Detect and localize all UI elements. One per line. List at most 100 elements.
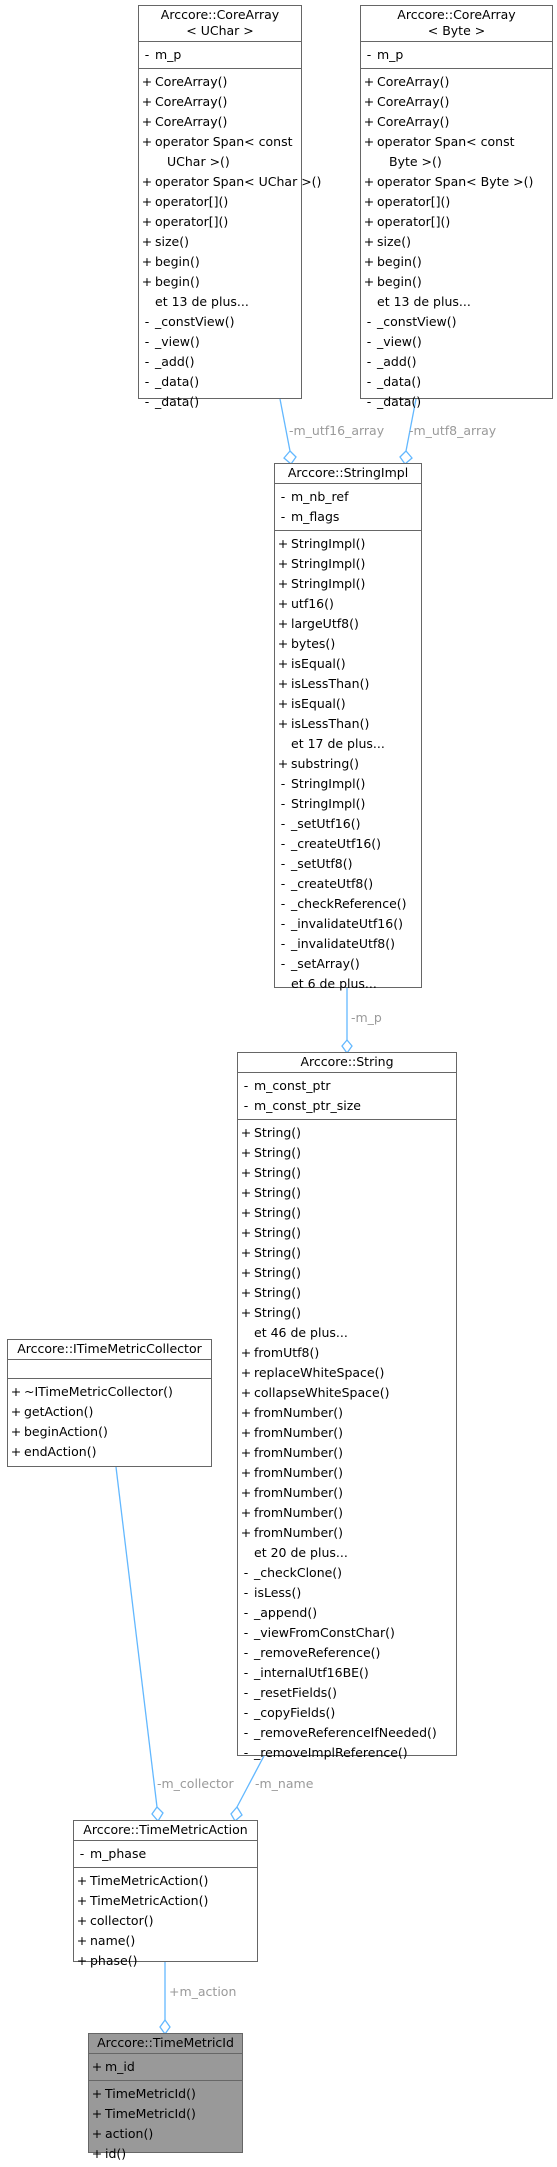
- class-box-corearray-byte[interactable]: Arccore::CoreArray < Byte > - m_p + CoreArray…: [360, 5, 553, 409]
- method-row: - _view(): [361, 332, 552, 352]
- method-row: + String(): [238, 1223, 456, 1243]
- more-members-row[interactable]: et 6 de plus...: [275, 974, 421, 994]
- method-row: + getAction(): [8, 1402, 211, 1422]
- visibility-marker: [238, 1323, 254, 1343]
- member-name-text: _data(): [155, 394, 200, 409]
- visibility-marker: -: [243, 1645, 249, 1660]
- member-name: largeUtf8(): [291, 614, 421, 634]
- more-members-row[interactable]: et 13 de plus...: [139, 292, 301, 312]
- visibility-marker: -: [280, 896, 286, 911]
- member-name-text: beginAction(): [24, 1424, 108, 1439]
- method-row: + StringImpl(): [275, 554, 421, 574]
- member-name: et 46 de plus...: [254, 1323, 456, 1343]
- member-name-text: String(): [254, 1145, 302, 1160]
- class-title-line: Arccore::CoreArray: [160, 7, 280, 22]
- member-name: CoreArray(): [155, 92, 301, 112]
- member-name: StringImpl(): [291, 774, 421, 794]
- member-name-text: largeUtf8(): [291, 616, 359, 631]
- class-title: Arccore::ITimeMetricCollector: [8, 1340, 211, 1360]
- visibility-marker: +: [141, 274, 153, 289]
- member-name-text: begin(): [377, 274, 422, 289]
- member-name: begin(): [155, 252, 301, 272]
- class-box-itimemetriccollector[interactable]: Arccore::ITimeMetricCollector + ~ITimeMetr…: [7, 1339, 212, 1467]
- edge-utf16-label: -m_utf16_array: [289, 423, 385, 438]
- visibility-marker: -: [243, 1705, 249, 1720]
- class-title: Arccore::CoreArray < Byte >: [361, 6, 552, 42]
- method-row: + collapseWhiteSpace(): [238, 1383, 456, 1403]
- method-row: - _append(): [238, 1603, 456, 1623]
- method-row: - _removeImplReference(): [238, 1743, 456, 1763]
- class-box-stringimpl[interactable]: Arccore::StringImpl - m_nb_ref - m_flags + Str…: [274, 463, 422, 991]
- member-name-text: operator[](): [155, 214, 229, 229]
- visibility-marker: +: [363, 114, 375, 129]
- class-box-timemetricaction[interactable]: Arccore::TimeMetricAction - m_phase + TimeMe…: [73, 1820, 258, 1968]
- member-name-text: StringImpl(): [291, 536, 366, 551]
- member-name: TimeMetricId(): [105, 2104, 242, 2124]
- more-members-row[interactable]: et 20 de plus...: [238, 1543, 456, 1563]
- member-name: fromNumber(): [254, 1423, 456, 1443]
- member-name-text: et 20 de plus...: [254, 1545, 348, 1560]
- attribute-row: - m_phase: [74, 1844, 257, 1864]
- member-name-text: _constView(): [377, 314, 457, 329]
- member-name: isEqual(): [291, 694, 421, 714]
- method-row: + utf16(): [275, 594, 421, 614]
- member-name-text: _copyFields(): [254, 1705, 336, 1720]
- member-name: id(): [105, 2144, 242, 2164]
- visibility-marker: +: [277, 696, 289, 711]
- class-box-string[interactable]: Arccore::String - m_const_ptr - m_const_ptr_…: [237, 1052, 457, 1760]
- visibility-marker: +: [363, 174, 375, 189]
- visibility-marker: +: [240, 1385, 252, 1400]
- member-name-text: _data(): [377, 394, 422, 409]
- method-row: - _checkClone(): [238, 1563, 456, 1583]
- member-name: _append(): [254, 1603, 456, 1623]
- member-name-text: operator Span< const: [155, 134, 293, 149]
- method-row: - StringImpl(): [275, 794, 421, 814]
- member-name-continuation: Byte >(): [389, 154, 442, 169]
- visibility-marker: +: [363, 94, 375, 109]
- member-name-text: _createUtf16(): [291, 836, 382, 851]
- member-name-text: utf16(): [291, 596, 334, 611]
- visibility-marker: -: [280, 956, 286, 971]
- visibility-marker: +: [240, 1185, 252, 1200]
- more-members-row[interactable]: et 13 de plus...: [361, 292, 552, 312]
- member-name-continuation: UChar >(): [167, 154, 230, 169]
- edge-collector-line: [115, 1466, 158, 1808]
- member-name-text: isEqual(): [291, 696, 346, 711]
- member-name: String(): [254, 1143, 456, 1163]
- visibility-marker: +: [91, 2126, 103, 2141]
- member-name: fromNumber(): [254, 1403, 456, 1423]
- method-row: + begin(): [139, 272, 301, 292]
- visibility-marker: -: [366, 354, 372, 369]
- visibility-marker: +: [240, 1485, 252, 1500]
- visibility-marker: -: [280, 509, 286, 524]
- member-name-text: _view(): [377, 334, 422, 349]
- member-name: _constView(): [155, 312, 301, 332]
- visibility-marker: -: [280, 936, 286, 951]
- member-name: et 20 de plus...: [254, 1543, 456, 1563]
- member-name-text: bytes(): [291, 636, 336, 651]
- member-name-text: StringImpl(): [291, 556, 366, 571]
- attributes-section: [8, 1360, 211, 1379]
- method-row: + String(): [238, 1283, 456, 1303]
- method-row: + fromNumber(): [238, 1523, 456, 1543]
- member-name-text: fromNumber(): [254, 1425, 344, 1440]
- class-box-timemetricid[interactable]: Arccore::TimeMetricId + m_id + TimeMetricId(…: [88, 2033, 243, 2161]
- member-name: m_nb_ref: [291, 487, 421, 507]
- visibility-marker: -: [243, 1665, 249, 1680]
- member-name-text: begin(): [155, 254, 200, 269]
- method-row: + CoreArray(): [361, 72, 552, 92]
- more-members-row[interactable]: et 46 de plus...: [238, 1323, 456, 1343]
- member-name: m_id: [105, 2057, 242, 2077]
- attribute-row: + m_id: [89, 2057, 242, 2077]
- method-row: + CoreArray(): [361, 112, 552, 132]
- more-members-row[interactable]: et 17 de plus...: [275, 734, 421, 754]
- visibility-marker: +: [91, 2059, 103, 2074]
- member-name-text: isLess(): [254, 1585, 302, 1600]
- method-row: + name(): [74, 1931, 257, 1951]
- class-box-corearray-uchar[interactable]: Arccore::CoreArray < UChar > - m_p + CoreArra…: [138, 5, 321, 409]
- member-name-text: operator Span< Byte >(): [377, 174, 534, 189]
- member-name-text: begin(): [377, 254, 422, 269]
- method-row: + operator[](): [361, 192, 552, 212]
- member-name: name(): [90, 1931, 257, 1951]
- member-name: TimeMetricAction(): [90, 1891, 257, 1911]
